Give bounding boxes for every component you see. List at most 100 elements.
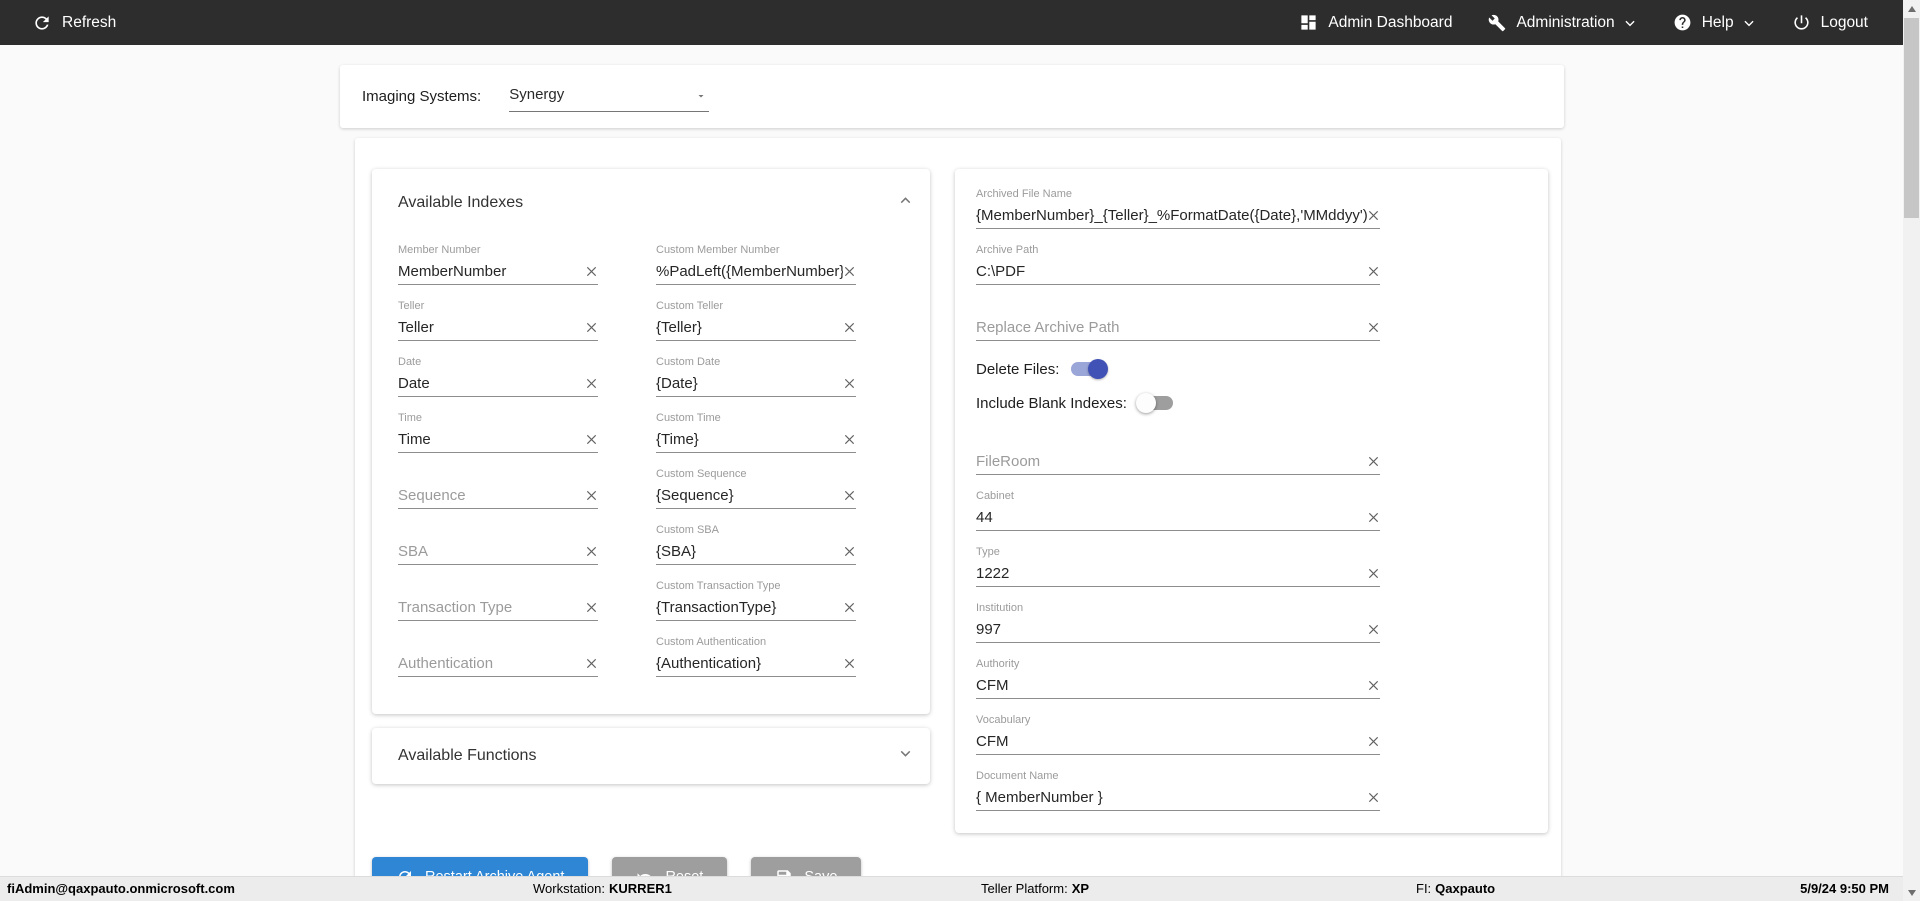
field-value: {Time} bbox=[656, 431, 703, 448]
custom-authentication-input[interactable]: {Authentication} bbox=[656, 650, 856, 677]
teller-platform-label: Teller Platform: bbox=[981, 881, 1068, 896]
include-blank-indexes-row: Include Blank Indexes: bbox=[976, 390, 1548, 416]
imaging-systems-label: Imaging Systems: bbox=[362, 88, 481, 105]
field-replace-archive-path: Replace Archive Path bbox=[976, 300, 1380, 341]
field-label: Custom Authentication bbox=[656, 636, 856, 650]
clear-icon[interactable] bbox=[843, 601, 856, 614]
delete-files-toggle[interactable] bbox=[1071, 362, 1105, 376]
help-menu[interactable]: Help bbox=[1673, 13, 1756, 32]
clear-icon[interactable] bbox=[843, 433, 856, 446]
field-placeholder: FileRoom bbox=[976, 453, 1044, 470]
clear-icon[interactable] bbox=[1367, 265, 1380, 278]
vocabulary-input[interactable]: CFM bbox=[976, 728, 1380, 755]
custom-time-input[interactable]: {Time} bbox=[656, 426, 856, 453]
field-label bbox=[398, 580, 598, 594]
clear-icon[interactable] bbox=[843, 321, 856, 334]
clear-icon[interactable] bbox=[585, 321, 598, 334]
scrollbar-thumb[interactable] bbox=[1904, 18, 1919, 218]
fileroom-input[interactable]: FileRoom bbox=[976, 448, 1380, 475]
clear-icon[interactable] bbox=[585, 433, 598, 446]
clear-icon[interactable] bbox=[585, 265, 598, 278]
clear-icon[interactable] bbox=[843, 377, 856, 390]
field-label: Custom Teller bbox=[656, 300, 856, 314]
available-functions-title: Available Functions bbox=[398, 747, 536, 765]
chevron-down-icon[interactable] bbox=[897, 745, 914, 767]
vertical-scrollbar[interactable] bbox=[1903, 0, 1920, 901]
scroll-up-arrow[interactable] bbox=[1903, 0, 1920, 17]
field-placeholder: Transaction Type bbox=[398, 599, 516, 616]
clear-icon[interactable] bbox=[585, 601, 598, 614]
time-input[interactable]: Time bbox=[398, 426, 598, 453]
date-input[interactable]: Date bbox=[398, 370, 598, 397]
document-name-input[interactable]: { MemberNumber } bbox=[976, 784, 1380, 811]
clear-icon[interactable] bbox=[1367, 511, 1380, 524]
field-label bbox=[398, 468, 598, 482]
imaging-systems-select[interactable]: Synergy bbox=[509, 82, 709, 112]
field-value: {Sequence} bbox=[656, 487, 738, 504]
custom-date-input[interactable]: {Date} bbox=[656, 370, 856, 397]
logout-button[interactable]: Logout bbox=[1792, 13, 1868, 32]
clear-icon[interactable] bbox=[1367, 791, 1380, 804]
refresh-button[interactable]: Refresh bbox=[32, 13, 116, 33]
type-input[interactable]: 1222 bbox=[976, 560, 1380, 587]
archive-path-input[interactable]: C:\PDF bbox=[976, 258, 1380, 285]
available-functions-header[interactable]: Available Functions bbox=[372, 728, 930, 784]
field-value: {TransactionType} bbox=[656, 599, 780, 616]
cabinet-input[interactable]: 44 bbox=[976, 504, 1380, 531]
field-label bbox=[398, 524, 598, 538]
field-authentication: Authentication bbox=[398, 636, 598, 677]
authority-input[interactable]: CFM bbox=[976, 672, 1380, 699]
field-value: Teller bbox=[398, 319, 438, 336]
clear-icon[interactable] bbox=[585, 377, 598, 390]
custom-sequence-input[interactable]: {Sequence} bbox=[656, 482, 856, 509]
chevron-up-icon[interactable] bbox=[897, 192, 914, 214]
available-indexes-header[interactable]: Available Indexes bbox=[398, 191, 914, 215]
field-label: Custom Transaction Type bbox=[656, 580, 856, 594]
administration-menu[interactable]: Administration bbox=[1488, 14, 1636, 32]
custom-member-number-input[interactable]: %PadLeft({MemberNumber}, bbox=[656, 258, 856, 285]
field-custom-transaction-type: Custom Transaction Type {TransactionType… bbox=[656, 580, 856, 621]
help-icon bbox=[1673, 13, 1692, 32]
clear-icon[interactable] bbox=[843, 489, 856, 502]
teller-input[interactable]: Teller bbox=[398, 314, 598, 341]
custom-teller-input[interactable]: {Teller} bbox=[656, 314, 856, 341]
institution-input[interactable]: 997 bbox=[976, 616, 1380, 643]
field-custom-member-number: Custom Member Number %PadLeft({MemberNum… bbox=[656, 244, 856, 285]
include-blank-indexes-toggle[interactable] bbox=[1139, 396, 1173, 410]
admin-dashboard-label: Admin Dashboard bbox=[1328, 14, 1452, 32]
admin-dashboard-button[interactable]: Admin Dashboard bbox=[1299, 13, 1452, 32]
field-archive-path: Archive Path C:\PDF bbox=[976, 244, 1380, 285]
clear-icon[interactable] bbox=[843, 657, 856, 670]
clear-icon[interactable] bbox=[1367, 567, 1380, 580]
sba-input[interactable]: SBA bbox=[398, 538, 598, 565]
field-sba: SBA bbox=[398, 524, 598, 565]
archived-file-name-input[interactable]: {MemberNumber}_{Teller}_%FormatDate({Dat… bbox=[976, 202, 1380, 229]
authentication-input[interactable]: Authentication bbox=[398, 650, 598, 677]
custom-sba-input[interactable]: {SBA} bbox=[656, 538, 856, 565]
field-label: Custom Member Number bbox=[656, 244, 856, 258]
clear-icon[interactable] bbox=[843, 265, 856, 278]
clear-icon[interactable] bbox=[1367, 321, 1380, 334]
clear-icon[interactable] bbox=[1367, 623, 1380, 636]
clear-icon[interactable] bbox=[1367, 735, 1380, 748]
field-value: MemberNumber bbox=[398, 263, 510, 280]
clear-icon[interactable] bbox=[1367, 455, 1380, 468]
field-type: Type 1222 bbox=[976, 546, 1380, 587]
field-sequence: Sequence bbox=[398, 468, 598, 509]
member-number-input[interactable]: MemberNumber bbox=[398, 258, 598, 285]
sequence-input[interactable]: Sequence bbox=[398, 482, 598, 509]
scroll-down-arrow[interactable] bbox=[1903, 884, 1920, 901]
delete-files-row: Delete Files: bbox=[976, 356, 1548, 382]
clear-icon[interactable] bbox=[843, 545, 856, 558]
clear-icon[interactable] bbox=[585, 489, 598, 502]
replace-archive-path-input[interactable]: Replace Archive Path bbox=[976, 314, 1380, 341]
field-fileroom: FileRoom bbox=[976, 434, 1380, 475]
clear-icon[interactable] bbox=[585, 545, 598, 558]
clear-icon[interactable] bbox=[1367, 679, 1380, 692]
clear-icon[interactable] bbox=[1367, 209, 1380, 222]
field-teller: Teller Teller bbox=[398, 300, 598, 341]
clear-icon[interactable] bbox=[585, 657, 598, 670]
field-value: {MemberNumber}_{Teller}_%FormatDate({Dat… bbox=[976, 207, 1367, 224]
transaction-type-input[interactable]: Transaction Type bbox=[398, 594, 598, 621]
custom-transaction-type-input[interactable]: {TransactionType} bbox=[656, 594, 856, 621]
